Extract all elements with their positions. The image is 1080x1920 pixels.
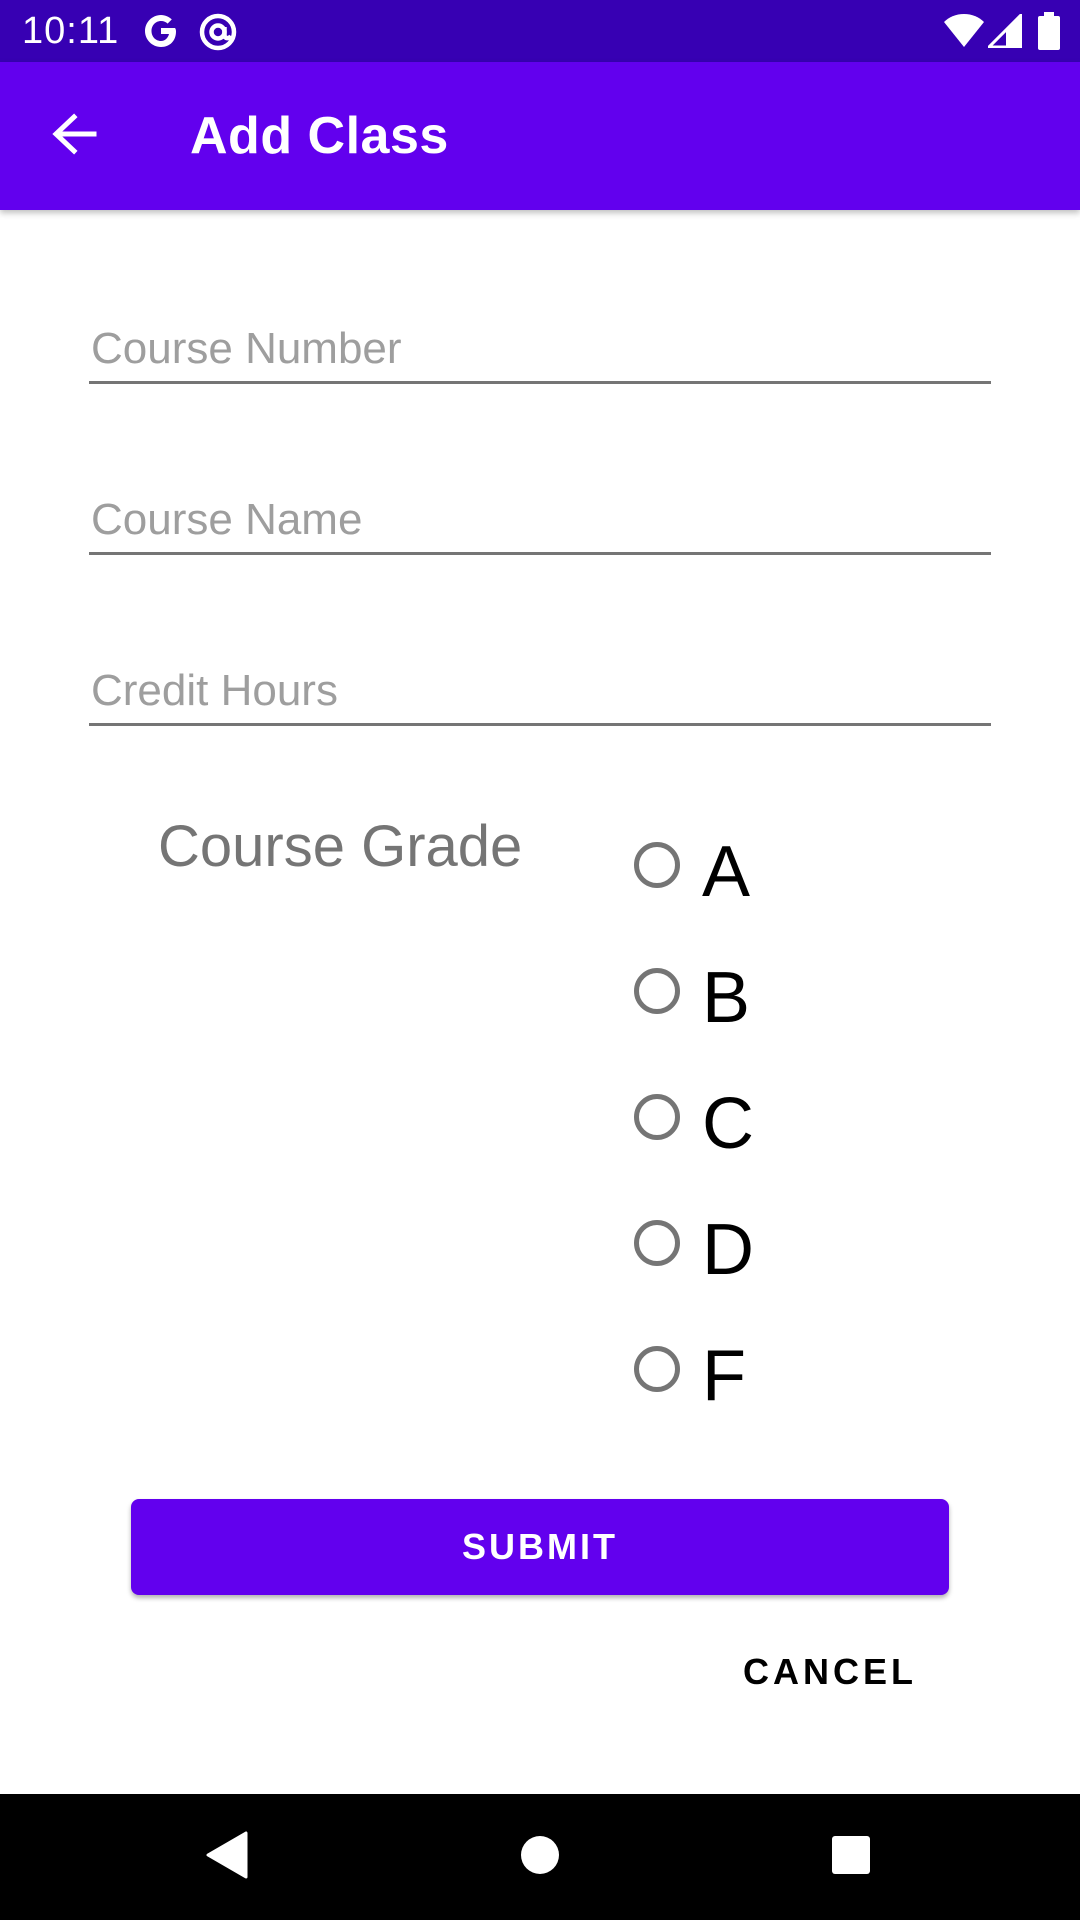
navigation-bar [0,1794,1080,1920]
back-button[interactable] [34,100,114,172]
nav-recents-button[interactable] [811,1817,891,1897]
signal-icon [985,11,1023,53]
course-grade-label: Course Grade [158,814,523,879]
grade-radio-d[interactable]: D [630,1192,930,1302]
radio-circle-icon [634,1220,680,1266]
recents-square-icon [831,1835,871,1880]
wifi-icon [944,14,984,53]
grade-option-label: D [702,1210,754,1290]
course-number-field-wrapper [89,316,991,388]
grade-radio-a[interactable]: A [630,814,930,924]
screen: 10:11 Add Class Course Number Course Nam… [0,0,1080,1920]
course-number-field[interactable] [89,316,991,384]
course-name-field-wrapper [89,487,991,559]
course-name-field[interactable] [89,487,991,555]
radio-circle-icon [634,842,680,888]
app-bar: Add Class [0,62,1080,210]
cancel-button[interactable]: CANCEL [730,1630,930,1714]
credit-hours-field-wrapper [89,658,991,730]
nav-back-button[interactable] [186,1817,266,1897]
grade-option-label: F [702,1336,746,1416]
grade-radio-b[interactable]: B [630,940,930,1050]
grade-option-label: A [702,832,751,912]
radio-circle-icon [634,968,680,1014]
grade-radio-f[interactable]: F [630,1318,930,1428]
credit-hours-field[interactable] [89,658,991,726]
submit-button[interactable]: SUBMIT [131,1499,949,1595]
battery-icon [1038,12,1060,55]
status-bar: 10:11 [0,0,1080,62]
grade-option-label: B [702,958,751,1038]
at-sign-icon [198,12,238,57]
arrow-left-icon [50,112,98,161]
radio-circle-icon [634,1346,680,1392]
grade-option-label: C [702,1084,754,1164]
page-title: Add Class [190,107,449,165]
grade-radio-c[interactable]: C [630,1066,930,1176]
google-icon [142,12,180,55]
back-triangle-icon [204,1831,248,1884]
status-time: 10:11 [22,10,120,52]
radio-circle-icon [634,1094,680,1140]
nav-home-button[interactable] [500,1817,580,1897]
home-circle-icon [520,1835,560,1880]
